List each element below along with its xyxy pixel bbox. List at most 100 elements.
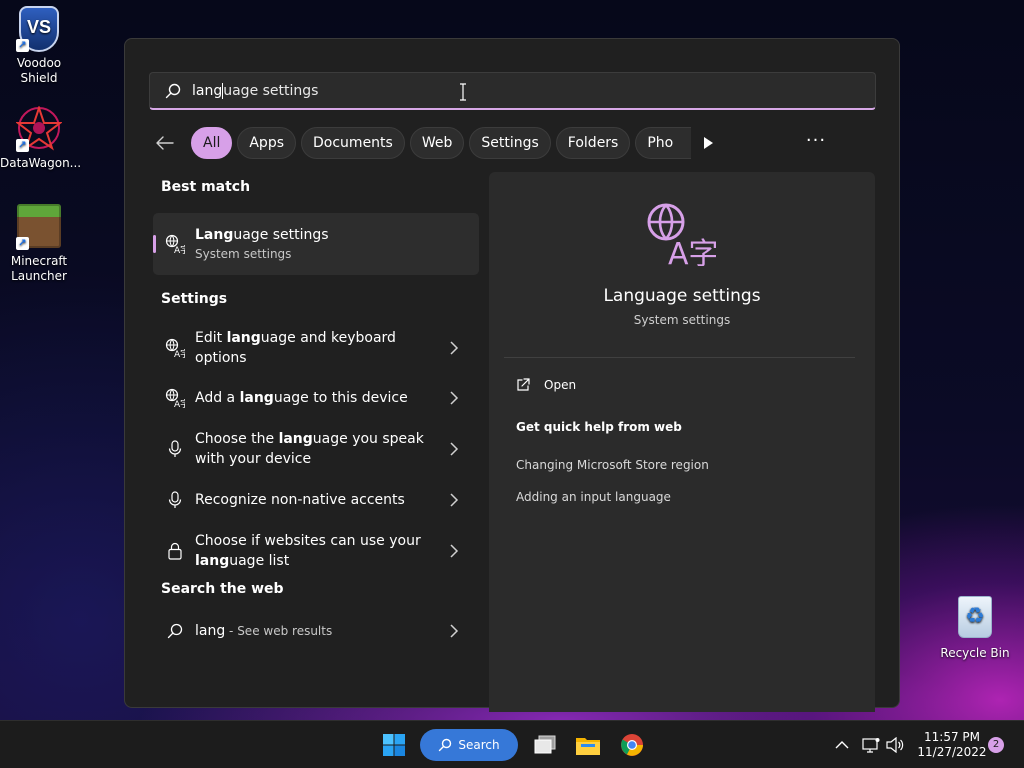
result-text: Edit bbox=[195, 330, 227, 346]
desktop-icon-datawagon[interactable]: ↗ DataWagon... bbox=[0, 104, 82, 171]
filter-chip-settings[interactable]: Settings bbox=[469, 127, 551, 159]
lock-icon bbox=[168, 542, 182, 560]
language-icon: A字 bbox=[165, 338, 185, 358]
volume-button[interactable] bbox=[884, 729, 906, 761]
clock-date: 11/27/2022 bbox=[917, 745, 987, 759]
language-icon: A字 bbox=[165, 234, 185, 254]
chevron-right-icon bbox=[450, 391, 459, 405]
results-list: Best match A字 Language settings System s… bbox=[153, 179, 479, 653]
show-hidden-icons-button[interactable] bbox=[832, 729, 852, 761]
best-match-subtitle: System settings bbox=[195, 247, 292, 261]
search-web-heading: Search the web bbox=[161, 581, 284, 597]
result-text: Choose the bbox=[195, 431, 279, 447]
shortcut-arrow-icon: ↗ bbox=[16, 39, 29, 52]
back-button[interactable] bbox=[149, 127, 181, 159]
best-match-item[interactable]: A字 Language settings System settings bbox=[153, 213, 479, 275]
search-panel: lang uage settings All Apps Documents Web… bbox=[124, 38, 900, 712]
system-clock[interactable]: 11:57 PM 11/27/2022 bbox=[916, 730, 988, 760]
help-link-input-language[interactable]: Adding an input language bbox=[516, 490, 671, 504]
search-icon bbox=[165, 83, 181, 98]
chevron-right-icon bbox=[450, 442, 459, 456]
filter-bar: All Apps Documents Web Settings Folders … bbox=[149, 127, 725, 159]
preview-pane: A字 Language settings System settings Ope… bbox=[489, 172, 875, 712]
network-icon bbox=[862, 738, 880, 753]
result-text-bold: lang bbox=[226, 330, 261, 346]
search-icon bbox=[439, 738, 452, 752]
speaker-icon bbox=[886, 737, 904, 753]
more-options-button[interactable]: ··· bbox=[801, 127, 831, 159]
open-action[interactable]: Open bbox=[516, 378, 576, 392]
settings-result-website-language-list[interactable]: Choose if websites can use your language… bbox=[153, 525, 479, 577]
search-typed-text: lang bbox=[192, 82, 223, 99]
search-input[interactable]: lang uage settings bbox=[149, 72, 876, 110]
search-icon bbox=[167, 623, 183, 639]
desktop-icon-label: DataWagon... bbox=[0, 156, 82, 170]
shortcut-arrow-icon: ↗ bbox=[16, 237, 29, 250]
desktop-icon-voodoo-shield[interactable]: VS ↗ Voodoo Shield bbox=[0, 6, 78, 86]
settings-result-speech-language[interactable]: Choose the language you speak with your … bbox=[153, 423, 479, 475]
help-heading: Get quick help from web bbox=[516, 420, 682, 434]
result-text-bold: lang bbox=[195, 553, 230, 569]
language-icon: A字 bbox=[165, 388, 185, 408]
desktop-icon-recycle-bin[interactable]: ♻ Recycle Bin bbox=[936, 596, 1014, 661]
svg-text:A字: A字 bbox=[174, 348, 185, 358]
settings-result-add-language[interactable]: A字 Add a language to this device bbox=[153, 373, 479, 423]
result-text-bold: lang bbox=[278, 431, 313, 447]
svg-text:A字: A字 bbox=[174, 398, 185, 408]
best-match-title-rest: uage settings bbox=[233, 227, 329, 243]
result-text: Choose if websites can use your bbox=[195, 533, 421, 549]
task-view-button[interactable] bbox=[530, 729, 560, 761]
filter-chip-documents[interactable]: Documents bbox=[301, 127, 405, 159]
language-settings-icon: A字 bbox=[647, 203, 716, 266]
preview-subtitle: System settings bbox=[633, 313, 731, 327]
result-text: uage list bbox=[229, 553, 290, 569]
settings-heading: Settings bbox=[161, 291, 228, 307]
taskbar: Search 11:57 PM 11/27/2022 2 bbox=[0, 720, 1024, 768]
file-explorer-button[interactable] bbox=[573, 729, 603, 761]
search-autocomplete-text: uage settings bbox=[223, 82, 319, 99]
result-text: Add a bbox=[195, 390, 240, 406]
svg-text:A字: A字 bbox=[668, 237, 716, 266]
best-match-heading: Best match bbox=[161, 179, 251, 195]
settings-result-non-native-accents[interactable]: Recognize non-native accents bbox=[153, 475, 479, 525]
microphone-icon bbox=[168, 491, 182, 508]
desktop-icon-label: Launcher bbox=[11, 269, 67, 283]
chevron-up-icon bbox=[835, 741, 849, 749]
help-link-store-region[interactable]: Changing Microsoft Store region bbox=[516, 458, 709, 472]
chrome-button[interactable] bbox=[617, 729, 647, 761]
result-text: Recognize non-native accents bbox=[195, 492, 405, 508]
desktop-icon-label: Minecraft bbox=[10, 254, 68, 268]
chevron-right-icon bbox=[450, 624, 459, 638]
chevron-right-icon bbox=[450, 341, 459, 355]
desktop-icon-label: Recycle Bin bbox=[940, 646, 1010, 660]
taskbar-search-label: Search bbox=[458, 738, 500, 752]
filter-chip-apps[interactable]: Apps bbox=[237, 127, 297, 159]
windows-logo-icon bbox=[383, 734, 405, 756]
start-button[interactable] bbox=[378, 729, 410, 761]
web-result-item[interactable]: lang - See web results bbox=[153, 609, 479, 653]
filter-chip-all[interactable]: All bbox=[191, 127, 233, 159]
folder-icon bbox=[576, 738, 600, 755]
preview-divider bbox=[504, 357, 855, 358]
settings-result-edit-language[interactable]: A字 Edit language and keyboard options bbox=[153, 323, 479, 373]
microphone-icon bbox=[168, 440, 182, 457]
open-external-icon bbox=[517, 378, 530, 391]
svg-text:A字: A字 bbox=[174, 244, 185, 254]
scroll-filters-right-button[interactable] bbox=[691, 127, 725, 159]
text-cursor-icon bbox=[460, 83, 466, 101]
filter-chip-folders[interactable]: Folders bbox=[555, 127, 631, 159]
web-query-text: lang bbox=[195, 623, 226, 639]
result-text: uage to this device bbox=[273, 390, 408, 406]
taskbar-search-button[interactable]: Search bbox=[420, 729, 518, 761]
shortcut-arrow-icon: ↗ bbox=[16, 139, 29, 152]
result-text-bold: lang bbox=[239, 390, 274, 406]
filter-chip-web[interactable]: Web bbox=[409, 127, 465, 159]
filter-chip-photos[interactable]: Pho bbox=[635, 127, 692, 159]
desktop-icon-minecraft-launcher[interactable]: ↗ Minecraft Launcher bbox=[0, 204, 78, 284]
network-status-button[interactable] bbox=[860, 729, 882, 761]
notification-badge[interactable]: 2 bbox=[988, 737, 1004, 753]
open-label: Open bbox=[544, 378, 577, 392]
chrome-icon bbox=[621, 734, 643, 756]
desktop-icon-label: Shield bbox=[20, 71, 58, 85]
desktop-icon-label: Voodoo bbox=[16, 56, 62, 70]
